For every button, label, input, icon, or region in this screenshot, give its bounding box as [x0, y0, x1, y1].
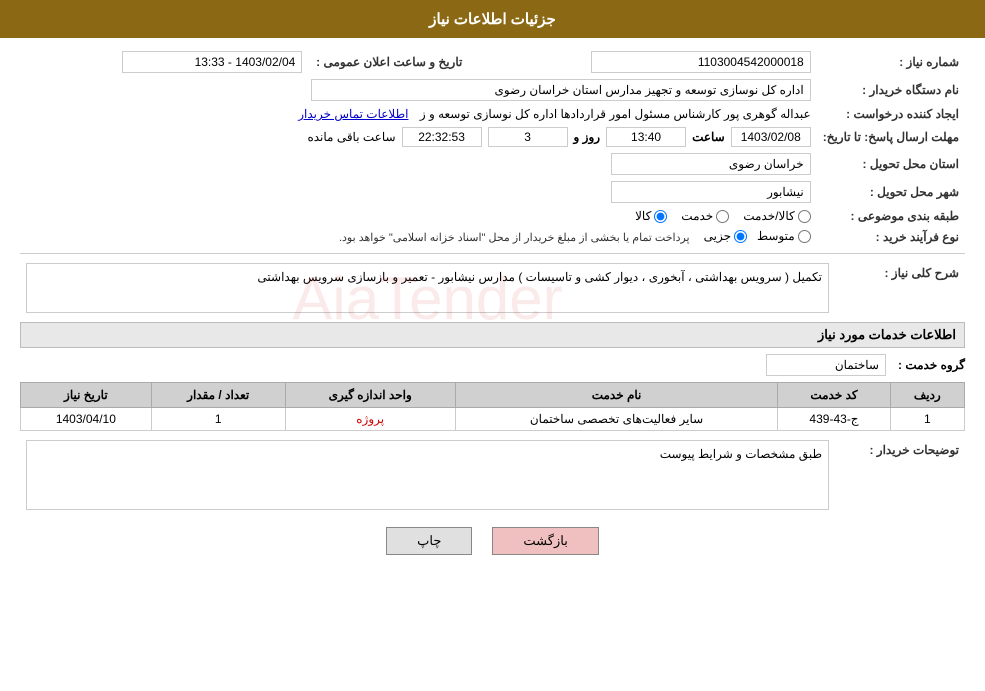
page-header: جزئیات اطلاعات نیاز	[0, 0, 985, 38]
tabaqe-label: طبقه بندی موضوعی :	[817, 206, 965, 226]
groupKhadamat-value: ساختمان	[766, 354, 886, 376]
radio-kala-khedmat-input[interactable]	[798, 210, 811, 223]
radio-khedmat-input[interactable]	[716, 210, 729, 223]
date-value: 1403/02/08	[731, 127, 811, 147]
radio-jozii-label: جزیی	[704, 229, 731, 243]
cell-vahed[interactable]: پروژه	[285, 408, 455, 431]
page-title: جزئیات اطلاعات نیاز	[429, 11, 556, 28]
khadamat-section-title: اطلاعات خدمات مورد نیاز	[20, 322, 965, 348]
ostan-label: استان محل تحویل :	[817, 150, 965, 178]
col-tedad: تعداد / مقدار	[151, 383, 285, 408]
sharhKoli-label: شرح کلی نیاز :	[835, 260, 965, 316]
radio-kala-khedmat-label: کالا/خدمت	[743, 209, 794, 223]
noeFarayand-note: پرداخت تمام یا بخشی از مبلغ خریدار از مح…	[339, 231, 690, 244]
time-value: 13:40	[606, 127, 686, 147]
radio-motevaset-input[interactable]	[798, 230, 811, 243]
cell-tarikh: 1403/04/10	[21, 408, 152, 431]
radio-motevaset[interactable]: متوسط	[757, 229, 811, 243]
cell-tedad: 1	[151, 408, 285, 431]
print-button[interactable]: چاپ	[386, 527, 472, 555]
radio-jozii-input[interactable]	[734, 230, 747, 243]
col-radif: ردیف	[890, 383, 964, 408]
mohlatErsal-label: مهلت ارسال پاسخ: تا تاریخ:	[817, 124, 965, 150]
shahr-value: نیشابور	[611, 181, 811, 203]
radio-kala[interactable]: کالا	[635, 209, 667, 223]
ostan-value: خراسان رضوی	[611, 153, 811, 175]
radio-khedmat-label: خدمت	[681, 209, 713, 223]
remaining-label: ساعت باقی مانده	[307, 130, 395, 144]
tarikh-value: 1403/02/04 - 13:33	[122, 51, 302, 73]
radio-kala-khedmat[interactable]: کالا/خدمت	[743, 209, 810, 223]
col-tarikh: تاریخ نیاز	[21, 383, 152, 408]
time-label: ساعت	[692, 130, 725, 144]
radio-kala-label: کالا	[635, 209, 651, 223]
tamas-link[interactable]: اطلاعات تماس خریدار	[298, 107, 408, 121]
roz-value: 3	[488, 127, 568, 147]
cell-kod: ج-43-439	[778, 408, 890, 431]
radio-motevaset-label: متوسط	[757, 229, 795, 243]
radio-jozii[interactable]: جزیی	[704, 229, 747, 243]
col-nam: نام خدمت	[455, 383, 778, 408]
radio-kala-input[interactable]	[654, 210, 667, 223]
shomareNiaz-value: 1103004542000018	[591, 51, 811, 73]
namDastgah-value: اداره کل نوسازی توسعه و تجهیز مدارس استا…	[311, 79, 811, 101]
toseifat-label: توضیحات خریدار :	[835, 437, 965, 513]
noeFarayand-label: نوع فرآیند خرید :	[817, 226, 965, 247]
back-button[interactable]: بازگشت	[492, 527, 598, 555]
ijadKonande-value: عبداله گوهری پور کارشناس مسئول امور قرار…	[420, 107, 811, 121]
radio-khedmat[interactable]: خدمت	[681, 209, 729, 223]
bottom-buttons: بازگشت چاپ	[20, 527, 965, 555]
remaining-value: 22:32:53	[402, 127, 482, 147]
namDastgah-label: نام دستگاه خریدار :	[817, 76, 965, 104]
shahr-label: شهر محل تحویل :	[817, 178, 965, 206]
roz-label: روز و	[574, 130, 601, 144]
cell-radif: 1	[890, 408, 964, 431]
cell-nam: سایر فعالیت‌های تخصصی ساختمان	[455, 408, 778, 431]
shomareNiaz-label: شماره نیاز :	[817, 48, 965, 76]
services-table: ردیف کد خدمت نام خدمت واحد اندازه گیری ت…	[20, 382, 965, 431]
toseifat-value: طبق مشخصات و شرایط پیوست	[26, 440, 829, 510]
tarikh-label: تاریخ و ساعت اعلان عمومی :	[308, 48, 468, 76]
col-vahed: واحد اندازه گیری	[285, 383, 455, 408]
groupKhadamat-label: گروه خدمت :	[898, 358, 965, 372]
ijadKonande-label: ایجاد کننده درخواست :	[817, 104, 965, 124]
sharhKoli-value: تکمیل ( سرویس بهداشتی ، آبخوری ، دیوار ک…	[26, 263, 829, 313]
table-row: 1 ج-43-439 سایر فعالیت‌های تخصصی ساختمان…	[21, 408, 965, 431]
col-kod: کد خدمت	[778, 383, 890, 408]
